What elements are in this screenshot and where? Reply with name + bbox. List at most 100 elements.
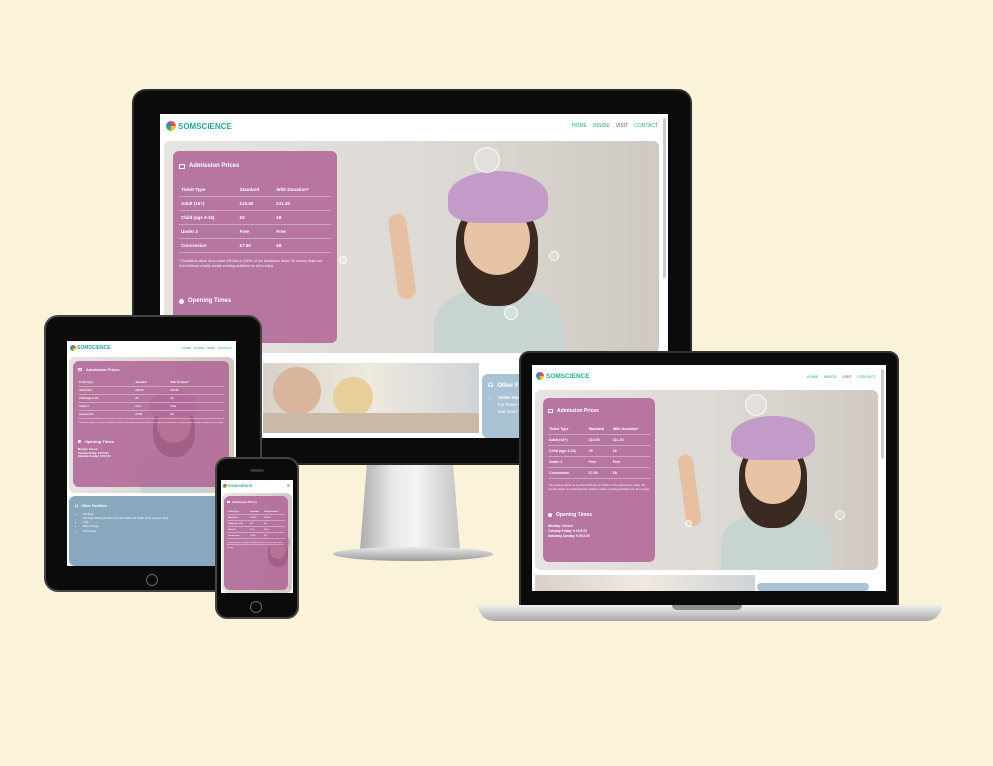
table-row: Concession £7.50 £8 — [227, 532, 285, 539]
nav-contact[interactable]: CONTACT — [634, 123, 658, 129]
table-header-row: Ticket Type Standard With Donation* — [548, 424, 650, 435]
price-table: Ticket Type Standard With Donation* Adul… — [78, 379, 224, 419]
admission-panel: Admission Prices Ticket Type Standard Wi… — [543, 398, 655, 562]
nav-visit[interactable]: VISIT — [616, 123, 629, 129]
ticket-icon — [548, 409, 553, 413]
hours-line: Saturday-Sunday: 9.00-5.00 — [548, 534, 590, 539]
balloon-logo-icon — [536, 372, 544, 380]
site-navbar: SOMSCIENCE HOME INSIDE VISIT CONTACT — [160, 114, 668, 138]
website-laptop: SOMSCIENCE HOME INSIDE VISIT CONTACT Adm… — [532, 365, 886, 591]
nav-home[interactable]: HOME — [807, 374, 819, 379]
admission-panel: Admission Prices Ticket Type Standard Wi… — [73, 361, 229, 487]
donation-note: * Donations allow us to claim Gift Aid o… — [227, 542, 284, 549]
header-ticket-type: Ticket Type — [179, 183, 238, 197]
bubble — [549, 251, 559, 261]
admission-title: Admission Prices — [227, 500, 285, 504]
family-photo — [535, 575, 755, 591]
bubble — [685, 520, 692, 527]
donation-note: * Donations allow us to claim Gift Aid o… — [78, 422, 224, 424]
headset-icon: ☊ — [488, 383, 494, 389]
balloon-logo-icon — [223, 483, 227, 488]
other-facilities-box: ☊ Other Facilities Gift Shop For those w… — [69, 496, 234, 566]
nav-inside[interactable]: INSIDE — [194, 346, 204, 350]
nav-inside[interactable]: INSIDE — [824, 374, 837, 379]
child-with-bubbles-photo — [387, 161, 604, 353]
admission-panel: Admission Prices Ticket Type Standard Wi… — [224, 496, 288, 590]
nav-home[interactable]: HOME — [572, 123, 587, 129]
balloon-logo-icon — [70, 345, 76, 351]
table-row: Child (age 3-15) £5 £6 — [548, 445, 650, 457]
hours-line: Saturday-Sunday: 9.00-5.00 — [78, 455, 111, 459]
scrollbar[interactable] — [663, 118, 666, 278]
admission-title: Admission Prices — [78, 367, 224, 372]
ticket-icon — [179, 163, 185, 169]
price-table: Ticket Type Standard With Donation* Adul… — [227, 509, 285, 539]
bubble — [835, 510, 845, 520]
opening-times-title: Opening Times — [179, 298, 331, 304]
other-facilities-title: ☊ Other Facilities — [75, 504, 108, 508]
nav-links: HOME INSIDE VISIT CONTACT — [807, 374, 876, 379]
nav-inside[interactable]: INSIDE — [593, 123, 610, 129]
opening-hours: Monday: Closed Tuesday-Friday: 9.00-5.00… — [78, 448, 224, 459]
table-row: Under 3 Free Free — [78, 402, 224, 411]
website-tablet: SOMSCIENCE HOME INSIDE VISIT CONTACT Adm… — [67, 341, 236, 566]
table-row: Under 3 Free Free — [548, 456, 650, 468]
tablet-home-button — [146, 574, 158, 586]
table-row: Child (age 3-15) £5 £6 — [179, 210, 331, 225]
nav-contact[interactable]: CONTACT — [857, 374, 876, 379]
table-row: Concession £7.50 £8 — [179, 238, 331, 253]
table-row: Concession £7.50 £8 — [78, 410, 224, 419]
brand-name: SOMSCIENCE — [228, 483, 253, 488]
bubble — [474, 147, 500, 173]
nav-links: HOME INSIDE VISIT CONTACT — [572, 123, 658, 129]
hamburger-menu-icon[interactable]: ≡ — [287, 483, 290, 489]
bubble — [339, 256, 347, 264]
facilities-list: Gift Shop For those wishing to take home… — [75, 513, 228, 534]
site-navbar: SOMSCIENCE HOME INSIDE VISIT CONTACT — [67, 341, 236, 355]
table-header-row: Ticket Type Standard With Donation* — [179, 183, 331, 197]
header-donation: With Donation* — [274, 183, 331, 197]
monitor-stand-neck — [359, 465, 461, 555]
nav-home[interactable]: HOME — [182, 346, 191, 350]
opening-times-title: Opening Times — [78, 439, 224, 444]
admission-title: Admission Prices — [179, 163, 331, 169]
site-logo[interactable]: SOMSCIENCE — [166, 121, 232, 131]
tablet-screen: SOMSCIENCE HOME INSIDE VISIT CONTACT Adm… — [67, 341, 236, 566]
clock-icon — [179, 298, 184, 304]
header-standard: Standard — [237, 183, 275, 197]
table-row: Adult (16+) £10.50 £11.20 — [78, 386, 224, 395]
list-item: Picnic Area — [83, 530, 228, 534]
price-table: Ticket Type Standard With Donation* Adul… — [548, 424, 650, 479]
balloon-logo-icon — [166, 121, 176, 131]
scrollbar[interactable] — [881, 369, 884, 459]
ticket-icon — [78, 368, 82, 371]
site-logo[interactable]: SOMSCIENCE — [536, 372, 590, 380]
ticket-icon — [227, 501, 230, 503]
price-table: Ticket Type Standard With Donation* Adul… — [179, 183, 331, 253]
phone-speaker — [250, 469, 264, 472]
site-logo[interactable]: SOMSCIENCE — [223, 483, 253, 488]
clock-icon — [78, 439, 81, 443]
table-row: Adult (16+) £10.50 £11.20 — [548, 434, 650, 446]
phone-home-button — [250, 601, 262, 613]
brand-name: SOMSCIENCE — [77, 345, 111, 351]
opening-times-title: Opening Times — [548, 512, 650, 518]
nav-visit[interactable]: VISIT — [207, 346, 215, 350]
headset-icon: ☊ — [75, 504, 79, 508]
donation-note: * Donations allow us to claim Gift Aid o… — [548, 483, 650, 491]
nav-visit[interactable]: VISIT — [842, 374, 852, 379]
opening-hours: Monday: Closed Tuesday-Friday: 9.00-5.00… — [548, 524, 650, 539]
child-with-bubbles-photo — [677, 410, 865, 570]
donation-note: * Donations allow us to claim Gift Aid o… — [179, 259, 323, 268]
family-photo — [263, 363, 479, 433]
laptop-screen: SOMSCIENCE HOME INSIDE VISIT CONTACT Adm… — [532, 365, 886, 591]
table-row: Concession £7.50 £8 — [548, 467, 650, 479]
table-header-row: Ticket Type Standard With Donation* — [78, 379, 224, 387]
bubble — [745, 394, 767, 416]
monitor-stand-base — [333, 547, 493, 561]
site-logo[interactable]: SOMSCIENCE — [70, 345, 111, 351]
nav-contact[interactable]: CONTACT — [218, 346, 232, 350]
admission-title: Admission Prices — [548, 408, 650, 414]
site-navbar: SOMSCIENCE HOME INSIDE VISIT CONTACT — [532, 365, 886, 387]
website-mobile: SOMSCIENCE ≡ Admission Prices Ticket Typ… — [221, 480, 293, 593]
